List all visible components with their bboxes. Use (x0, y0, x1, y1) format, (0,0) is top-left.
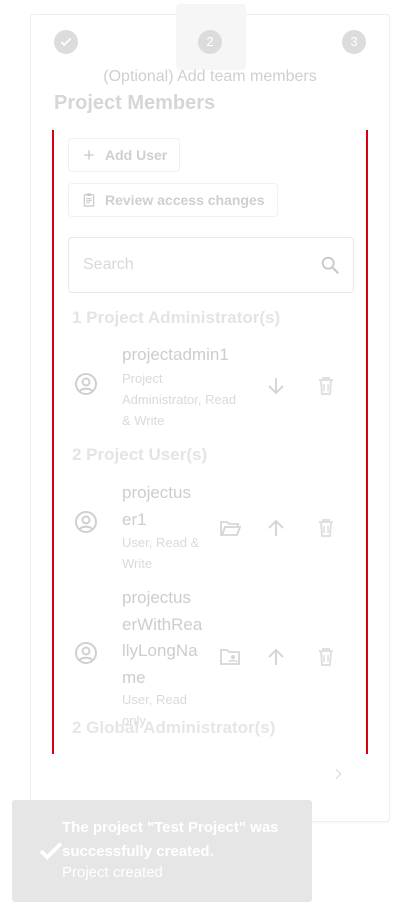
toast-message: The project "Test Project" was successfu… (62, 819, 279, 860)
global-admins-section-header: 2 Global Administrator(s) (72, 718, 276, 737)
clipboard-icon (83, 193, 95, 207)
admins-section-header: 1 Project Administrator(s) (72, 308, 281, 327)
step-3[interactable]: 3 (342, 30, 366, 54)
step-label: (Optional) Add team members (103, 68, 317, 85)
member-name: llyLongNa (122, 641, 198, 660)
chevron-right-icon[interactable] (330, 766, 346, 782)
toast-subtitle: Project created (62, 864, 163, 881)
step-1-complete[interactable] (54, 30, 78, 54)
folder-open-icon[interactable] (218, 516, 242, 540)
demote-arrow-down-icon[interactable] (264, 374, 288, 398)
member-name: projectadmin1 (122, 345, 229, 364)
page-title: Project Members (54, 92, 216, 114)
delete-icon[interactable] (314, 374, 338, 398)
search-icon[interactable] (319, 254, 341, 276)
member-role: User, Read & (122, 535, 200, 550)
search-field[interactable] (68, 237, 354, 293)
member-name: erWithRea (122, 615, 203, 634)
member-role: User, Read (122, 692, 188, 707)
member-row: projectus er1 User, Read & Write (54, 480, 366, 571)
member-name: er1 (122, 510, 147, 529)
member-name: projectus (122, 588, 191, 607)
member-role: & Write (122, 413, 165, 428)
member-row: projectadmin1 Project Administrator, Rea… (54, 342, 366, 432)
member-row: projectus erWithRea llyLongNa me User, R… (54, 585, 366, 728)
folder-account-icon[interactable] (218, 645, 242, 669)
search-input[interactable] (83, 256, 303, 274)
member-name: me (122, 668, 146, 687)
success-toast: The project "Test Project" was successfu… (12, 800, 312, 902)
promote-arrow-up-icon[interactable] (264, 645, 288, 669)
delete-icon[interactable] (314, 516, 338, 540)
delete-icon[interactable] (314, 645, 338, 669)
plus-icon (84, 150, 94, 160)
account-circle-icon (75, 511, 97, 533)
account-circle-icon (75, 642, 97, 664)
users-section-header: 2 Project User(s) (72, 445, 208, 464)
add-user-button[interactable]: Add User (68, 138, 181, 172)
review-access-button[interactable]: Review access changes (68, 183, 278, 217)
step-2[interactable]: 2 (198, 30, 222, 54)
member-name: projectus (122, 483, 191, 502)
promote-arrow-up-icon[interactable] (264, 516, 288, 540)
member-role: Administrator, Read (122, 392, 237, 407)
check-icon (60, 37, 72, 47)
account-circle-icon (75, 373, 97, 395)
member-role: Project (122, 371, 163, 386)
member-role: Write (122, 556, 153, 571)
members-panel: Add User Review access changes 1 Project… (52, 130, 368, 754)
